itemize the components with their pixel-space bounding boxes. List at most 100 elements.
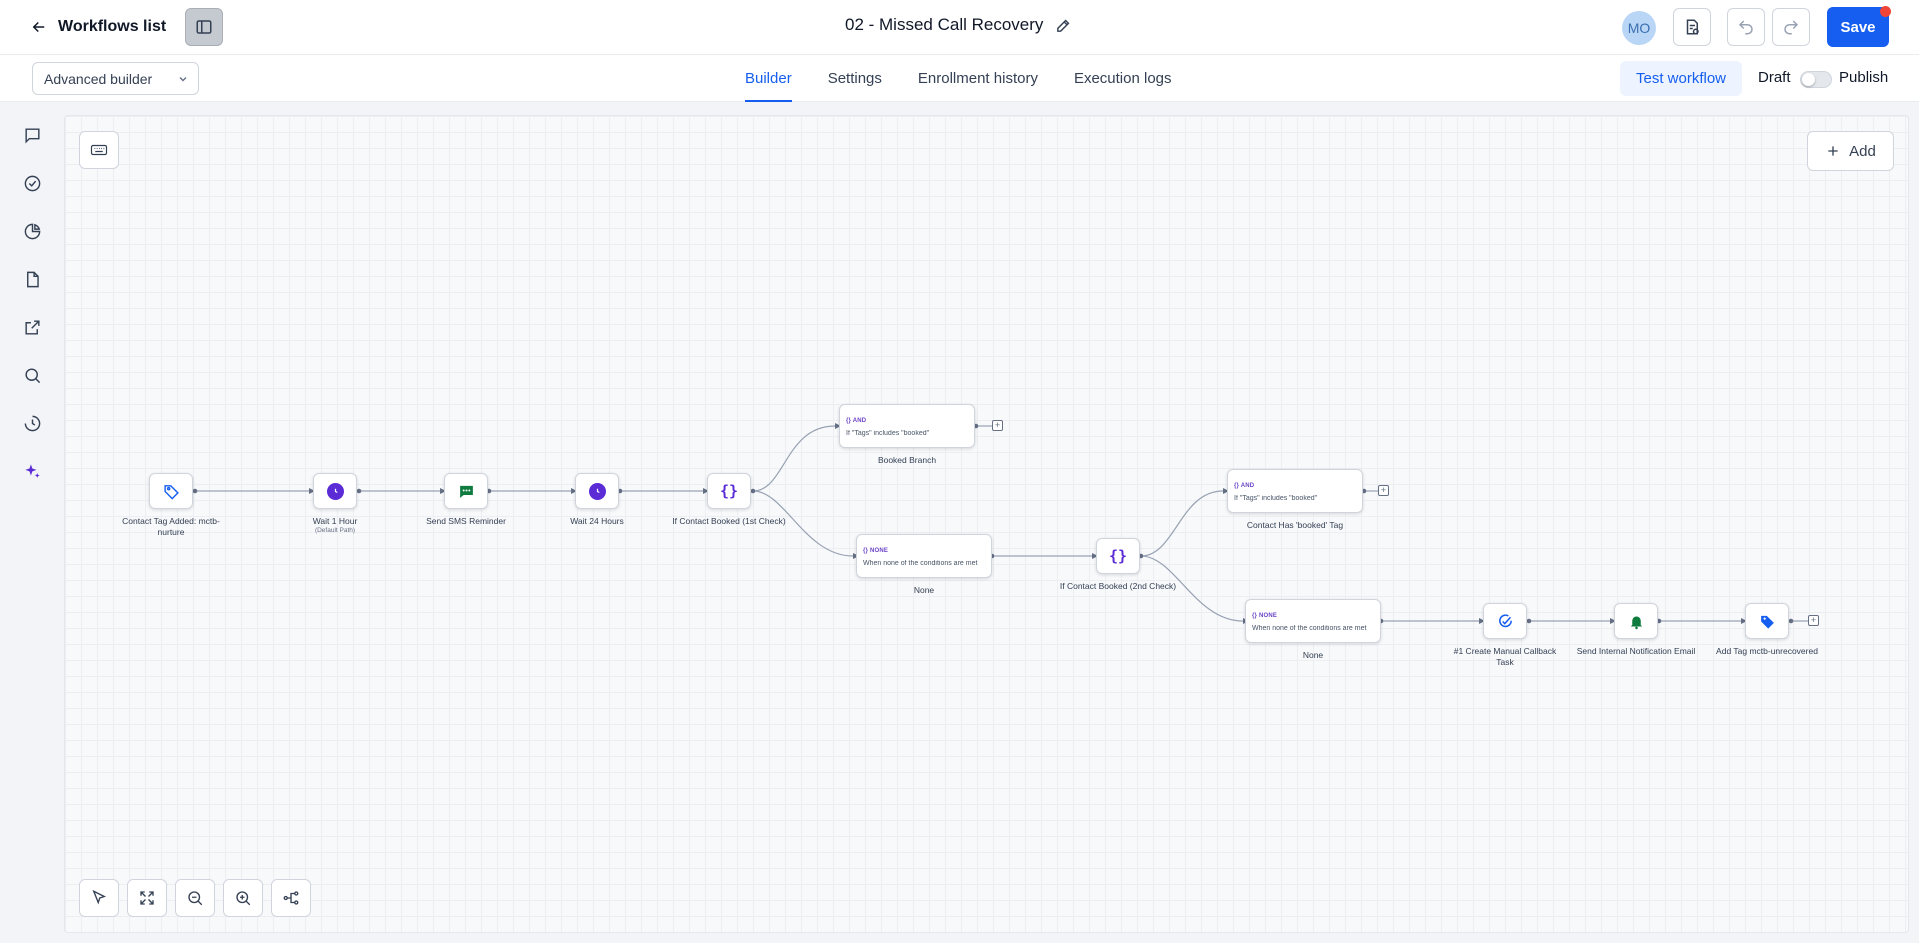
branch-badge: {} AND [1234,483,1255,489]
arrow-left-icon [32,21,45,33]
branch-condition: When none of the conditions are met [1252,625,1367,632]
redo-button[interactable] [1772,8,1810,46]
redo-icon [1784,20,1799,35]
history-clock-icon [24,415,40,431]
sidebar-toggle-button[interactable] [185,8,223,46]
tag-filled-icon [1760,615,1774,629]
clock-icon [588,482,606,500]
panel-icon [196,20,212,34]
sidebar-comments[interactable] [21,124,43,146]
zoom-out-button[interactable] [175,879,215,917]
add-step-plus-icon[interactable]: + [1378,485,1389,496]
sub-toolbar: Advanced builder Builder Settings Enroll… [0,55,1919,102]
sidebar-search[interactable] [21,364,43,386]
builder-mode-value: Advanced builder [44,70,153,87]
add-step-plus-icon[interactable]: + [992,420,1003,431]
node-add-tag[interactable] [1745,603,1789,639]
sidebar-ai-assistant[interactable] [21,460,43,482]
bell-icon [1630,616,1642,629]
publish-toggle[interactable] [1800,71,1832,88]
chevron-down-icon [179,77,187,82]
draft-label: Draft [1758,69,1791,86]
branch-badge: {} NONE [1252,613,1278,619]
test-workflow-button[interactable]: Test workflow [1620,61,1742,96]
braces-icon: {} [719,482,739,500]
branch-badge: {} AND [846,418,867,424]
zoom-in-button[interactable] [223,879,263,917]
pointer-icon [92,889,107,905]
sidebar-templates[interactable] [21,268,43,290]
unsaved-indicator-dot [1880,6,1891,17]
branch-label: None [1302,650,1324,660]
sidebar-external-link[interactable] [21,316,43,338]
workflow-title: 02 - Missed Call Recovery [845,15,1072,35]
sidebar-analytics[interactable] [21,220,43,242]
branch-contact-booked[interactable]: {} AND If "Tags" includes "booked" [1227,469,1363,513]
undo-button[interactable] [1727,8,1765,46]
top-bar: Workflows list 02 - Missed Call Recovery… [0,0,1919,55]
branch-condition: If "Tags" includes "booked" [846,430,930,437]
branch-booked[interactable]: {} AND If "Tags" includes "booked" [839,404,975,448]
avatar-initials: MO [1627,20,1651,36]
tab-bar: Builder Settings Enrollment history Exec… [745,55,1208,102]
search-icon [24,367,40,383]
expand-icon [140,891,154,905]
task-check-icon [1498,613,1512,627]
workflow-canvas[interactable]: Add Contact Tag Added: mctb-nurture Wait… [64,115,1909,933]
branch-none-2[interactable]: {} NONE When none of the conditions are … [1245,599,1381,643]
branch-label: None [913,585,935,595]
tab-builder[interactable]: Builder [745,55,792,102]
file-icon [26,271,39,287]
undo-icon [1738,20,1753,35]
node-sublabel: (Default Path) [314,527,356,534]
braces-icon: {} [1108,547,1128,565]
node-label: If Contact Booked (2nd Check) [1059,581,1177,591]
node-send-sms[interactable] [444,473,488,509]
add-step-plus-icon[interactable]: + [1808,615,1819,626]
node-label: Send Internal Notification Email [1576,646,1696,656]
node-label: If Contact Booked (1st Check) [672,516,786,526]
node-label: Contact Tag Added: mctb-nurture [122,516,220,537]
pie-chart-icon [24,223,40,239]
auto-layout-button[interactable] [271,879,311,917]
builder-mode-select[interactable]: Advanced builder [32,62,199,95]
back-label: Workflows list [58,18,167,35]
sparkles-icon [24,463,40,478]
check-circle-icon [24,175,40,191]
sidebar-history[interactable] [21,412,43,434]
sidebar-tasks[interactable] [21,172,43,194]
node-if-booked-2nd[interactable]: {} [1096,538,1140,574]
node-wait-1-hour[interactable] [313,473,357,509]
select-tool-button[interactable] [79,879,119,917]
branch-condition: When none of the conditions are met [863,560,978,567]
branch-label: Booked Branch [877,455,937,465]
node-label-text: Wait 1 Hour [312,516,358,526]
branch-label: Contact Has 'booked' Tag [1246,520,1344,530]
branch-badge: {} NONE [863,548,889,554]
tab-enrollment-history[interactable]: Enrollment history [918,55,1038,102]
node-trigger-tag-added[interactable] [149,473,193,509]
node-wait-24-hours[interactable] [575,473,619,509]
tab-settings[interactable]: Settings [828,55,882,102]
canvas-toolbar [79,879,311,917]
version-history-button[interactable] [1673,8,1711,46]
branch-condition: If "Tags" includes "booked" [1234,495,1318,502]
workflow-title-text: 02 - Missed Call Recovery [845,15,1044,34]
node-label: Send SMS Reminder [426,516,506,526]
tab-execution-logs[interactable]: Execution logs [1074,55,1172,102]
node-if-booked-1st[interactable]: {} [707,473,751,509]
branch-none[interactable]: {} NONE When none of the conditions are … [856,534,992,578]
tag-icon [163,484,179,500]
fit-view-button[interactable] [127,879,167,917]
publish-label: Publish [1839,69,1889,86]
node-send-notification[interactable] [1614,603,1658,639]
back-to-workflows-link[interactable]: Workflows list [30,14,166,40]
node-create-task[interactable] [1483,603,1527,639]
clock-icon [326,482,344,500]
left-sidebar [0,103,64,943]
edit-pencil-icon[interactable] [1055,17,1072,34]
hierarchy-icon [283,891,299,905]
external-link-icon [24,319,40,335]
node-label: #1 Create Manual Callback Task [1453,646,1557,667]
user-avatar[interactable]: MO [1622,11,1656,45]
